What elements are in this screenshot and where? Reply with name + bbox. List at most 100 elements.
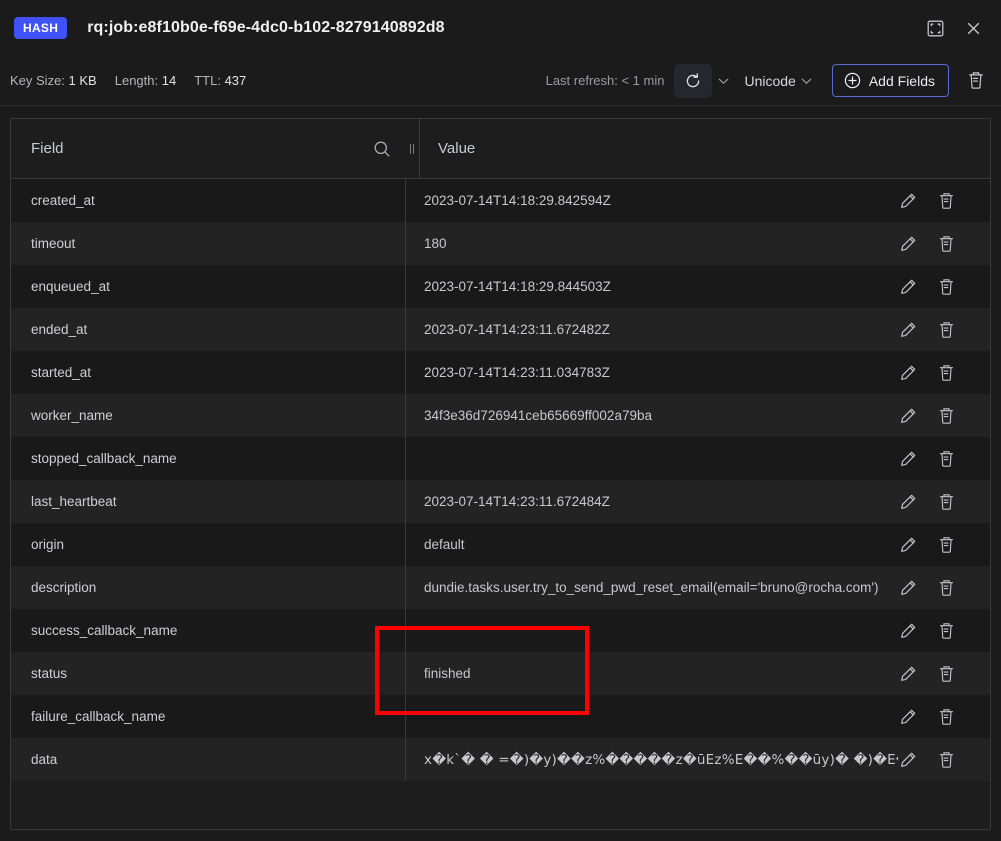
trash-icon[interactable] bbox=[936, 363, 956, 383]
pencil-icon[interactable] bbox=[898, 277, 918, 297]
table-row[interactable]: data x�k`� � =�)�y)��z%�����z�ūEz%E��%��ū… bbox=[11, 738, 990, 781]
table-row[interactable]: description dundie.tasks.user.try_to_send… bbox=[11, 566, 990, 609]
field-value-cell[interactable]: 2023-07-14T14:18:29.844503Z bbox=[405, 265, 898, 308]
trash-icon[interactable] bbox=[936, 535, 956, 555]
pencil-icon[interactable] bbox=[898, 191, 918, 211]
pencil-icon[interactable] bbox=[898, 234, 918, 254]
field-value-cell[interactable]: dundie.tasks.user.try_to_send_pwd_reset_… bbox=[405, 566, 898, 609]
pencil-icon[interactable] bbox=[898, 621, 918, 641]
trash-icon[interactable] bbox=[936, 191, 956, 211]
refresh-options-chevron-down-icon[interactable] bbox=[712, 66, 734, 96]
column-resize-handle[interactable] bbox=[405, 119, 419, 178]
close-icon[interactable] bbox=[959, 14, 987, 42]
row-actions bbox=[898, 523, 990, 566]
field-value-cell[interactable]: finished bbox=[405, 652, 898, 695]
table-row[interactable]: worker_name 34f3e36d726941ceb65669ff002a7… bbox=[11, 394, 990, 437]
ttl-label: TTL: bbox=[194, 73, 221, 88]
field-name-cell: last_heartbeat bbox=[31, 494, 117, 509]
refresh-icon[interactable] bbox=[674, 63, 713, 98]
trash-icon[interactable] bbox=[936, 707, 956, 727]
table-row[interactable]: success_callback_name bbox=[11, 609, 990, 652]
table-row[interactable]: started_at 2023-07-14T14:23:11.034783Z bbox=[11, 351, 990, 394]
column-header-field[interactable]: Field bbox=[11, 119, 405, 178]
key-name: rq:job:e8f10b0e-f69e-4dc0-b102-827914089… bbox=[87, 19, 445, 36]
pencil-icon[interactable] bbox=[898, 320, 918, 340]
table-row[interactable]: timeout 180 bbox=[11, 222, 990, 265]
length-meta: Length: 14 bbox=[115, 73, 176, 88]
field-name-cell: origin bbox=[31, 537, 65, 552]
field-name-cell: created_at bbox=[31, 193, 95, 208]
field-name-cell: failure_callback_name bbox=[31, 709, 166, 724]
field-value-cell[interactable]: 2023-07-14T14:23:11.672482Z bbox=[405, 308, 898, 351]
row-actions bbox=[898, 265, 990, 308]
field-name-cell: description bbox=[31, 580, 97, 595]
trash-icon[interactable] bbox=[936, 449, 956, 469]
key-size-label: Key Size: bbox=[10, 73, 65, 88]
pencil-icon[interactable] bbox=[898, 707, 918, 727]
column-header-value-label: Value bbox=[438, 140, 476, 157]
fullscreen-icon[interactable] bbox=[921, 14, 949, 42]
trash-icon[interactable] bbox=[936, 406, 956, 426]
encoding-value[interactable]: Unicode bbox=[744, 73, 795, 89]
pencil-icon[interactable] bbox=[898, 578, 918, 598]
row-actions bbox=[898, 308, 990, 351]
pencil-icon[interactable] bbox=[898, 406, 918, 426]
row-actions bbox=[898, 179, 990, 222]
table-row[interactable]: enqueued_at 2023-07-14T14:18:29.844503Z bbox=[11, 265, 990, 308]
ttl-meta[interactable]: TTL: 437 bbox=[194, 73, 246, 88]
row-actions bbox=[898, 738, 990, 781]
pencil-icon[interactable] bbox=[898, 750, 918, 770]
trash-icon[interactable] bbox=[936, 277, 956, 297]
key-size-value: 1 KB bbox=[68, 73, 97, 88]
field-value-cell[interactable]: x�k`� � =�)�y)��z%�����z�ūEz%E��%��ūy)� … bbox=[405, 738, 898, 781]
trash-icon[interactable] bbox=[936, 320, 956, 340]
plus-circle-icon bbox=[844, 72, 861, 89]
key-titlebar: HASH rq:job:e8f10b0e-f69e-4dc0-b102-8279… bbox=[0, 0, 1001, 56]
trash-icon[interactable] bbox=[936, 578, 956, 598]
field-value-cell[interactable]: 34f3e36d726941ceb65669ff002a79ba bbox=[405, 394, 898, 437]
trash-icon[interactable] bbox=[936, 621, 956, 641]
row-actions bbox=[898, 394, 990, 437]
length-value: 14 bbox=[161, 73, 177, 88]
key-meta-group: Key Size: 1 KB Length: 14 TTL: 437 bbox=[10, 73, 246, 88]
key-details-toolbar: Key Size: 1 KB Length: 14 TTL: 437 Last … bbox=[0, 56, 1001, 106]
pencil-icon[interactable] bbox=[898, 664, 918, 684]
field-value-cell[interactable]: default bbox=[405, 523, 898, 566]
field-value-cell[interactable] bbox=[405, 695, 898, 738]
add-fields-button[interactable]: Add Fields bbox=[831, 64, 949, 97]
encoding-chevron-down-icon[interactable] bbox=[796, 66, 818, 96]
pencil-icon[interactable] bbox=[898, 535, 918, 555]
pencil-icon[interactable] bbox=[898, 363, 918, 383]
field-name-cell: worker_name bbox=[31, 408, 113, 423]
table-row[interactable]: ended_at 2023-07-14T14:23:11.672482Z bbox=[11, 308, 990, 351]
field-name-cell: stopped_callback_name bbox=[31, 451, 177, 466]
table-row[interactable]: stopped_callback_name bbox=[11, 437, 990, 480]
field-name-cell: ended_at bbox=[31, 322, 88, 337]
pencil-icon[interactable] bbox=[898, 492, 918, 512]
column-header-value[interactable]: Value bbox=[419, 119, 990, 178]
pencil-icon[interactable] bbox=[898, 449, 918, 469]
trash-icon[interactable] bbox=[936, 492, 956, 512]
field-value-cell[interactable] bbox=[405, 609, 898, 652]
table-row[interactable]: last_heartbeat 2023-07-14T14:23:11.672484… bbox=[11, 480, 990, 523]
trash-icon[interactable] bbox=[936, 750, 956, 770]
table-row[interactable]: origin default bbox=[11, 523, 990, 566]
field-name-cell: timeout bbox=[31, 236, 76, 251]
trash-icon[interactable] bbox=[936, 664, 956, 684]
field-name-cell: data bbox=[31, 752, 58, 767]
field-value-cell[interactable]: 2023-07-14T14:23:11.672484Z bbox=[405, 480, 898, 523]
row-actions bbox=[898, 609, 990, 652]
field-value-cell[interactable] bbox=[405, 437, 898, 480]
key-type-badge: HASH bbox=[14, 17, 68, 39]
delete-key-trash-icon[interactable] bbox=[963, 67, 989, 95]
table-row[interactable]: status finished bbox=[11, 652, 990, 695]
ttl-value: 437 bbox=[224, 73, 247, 88]
field-name-cell: started_at bbox=[31, 365, 92, 380]
field-value-cell[interactable]: 2023-07-14T14:18:29.842594Z bbox=[405, 179, 898, 222]
field-value-cell[interactable]: 180 bbox=[405, 222, 898, 265]
table-row[interactable]: failure_callback_name bbox=[11, 695, 990, 738]
field-value-cell[interactable]: 2023-07-14T14:23:11.034783Z bbox=[405, 351, 898, 394]
trash-icon[interactable] bbox=[936, 234, 956, 254]
table-row[interactable]: created_at 2023-07-14T14:18:29.842594Z bbox=[11, 179, 990, 222]
search-icon[interactable] bbox=[373, 140, 391, 158]
